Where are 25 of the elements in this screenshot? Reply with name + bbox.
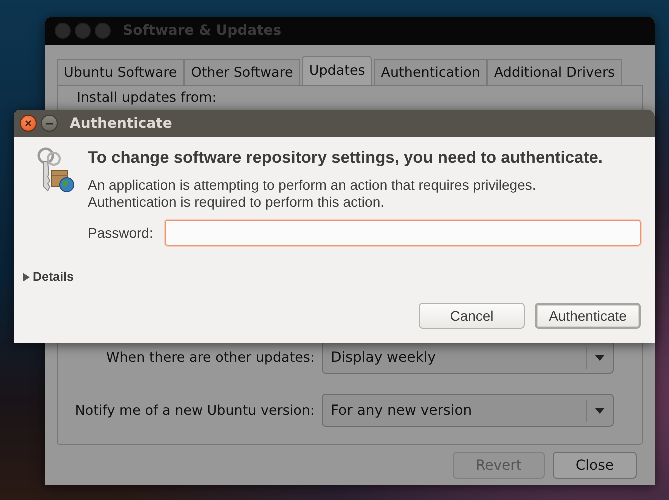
dropdown-arrow-icon: [595, 354, 605, 360]
dialog-button[interactable]: Cancel: [419, 303, 525, 329]
minimize-icon[interactable]: [41, 115, 58, 132]
dropdown[interactable]: For any new version: [322, 394, 614, 427]
details-toggle[interactable]: Details: [22, 270, 74, 284]
expander-icon: [22, 272, 30, 282]
tab[interactable]: Other Software: [184, 59, 300, 85]
dialog-button[interactable]: Authenticate: [535, 303, 641, 329]
password-field[interactable]: [165, 220, 641, 246]
maximize-icon[interactable]: [95, 23, 111, 39]
window-button[interactable]: Close: [552, 452, 637, 479]
dropdown-arrow-icon: [595, 408, 605, 414]
tab[interactable]: Additional Drivers: [487, 59, 622, 85]
tab[interactable]: Updates: [302, 56, 372, 85]
setting-label: Notify me of a new Ubuntu version:: [74, 402, 315, 418]
tab[interactable]: Authentication: [374, 59, 488, 85]
dialog-heading: To change software repository settings, you need to authenticate.: [88, 149, 604, 168]
close-icon[interactable]: [20, 115, 37, 132]
dialog-title: Authenticate: [70, 116, 172, 132]
section-label: Install updates from:: [76, 90, 218, 106]
dialog-message: An application is attempting to perform an action that requires privileges. Authentication is required to perform this action.: [88, 177, 538, 211]
password-label: Password:: [88, 225, 154, 241]
dropdown[interactable]: Display weekly: [322, 341, 614, 374]
setting-label: When there are other updates:: [105, 350, 315, 366]
tab[interactable]: Ubuntu Software: [57, 59, 184, 85]
